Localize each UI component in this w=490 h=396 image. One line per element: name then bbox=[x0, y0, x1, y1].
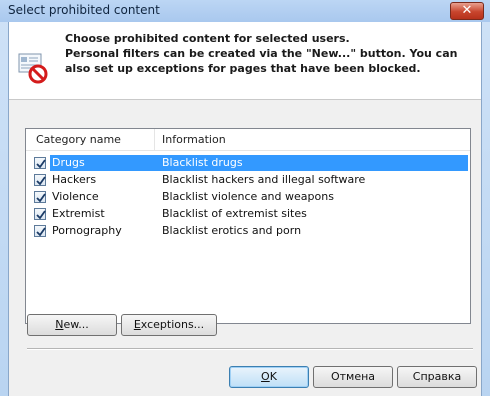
row-name: Extremist bbox=[52, 207, 105, 220]
row-info: Blacklist violence and weapons bbox=[162, 190, 334, 203]
column-header-category[interactable]: Category name bbox=[36, 133, 121, 146]
category-list[interactable]: Category name Information Drugs Blacklis… bbox=[25, 128, 471, 324]
row-name: Hackers bbox=[52, 173, 97, 186]
checkbox-violence[interactable] bbox=[34, 191, 46, 203]
checkbox-drugs[interactable] bbox=[34, 157, 46, 169]
row-info: Blacklist erotics and porn bbox=[162, 224, 302, 237]
ok-button-accel: O bbox=[261, 370, 270, 383]
selection-highlight bbox=[50, 155, 468, 171]
row-name: Drugs bbox=[52, 156, 85, 169]
checkbox-pornography[interactable] bbox=[34, 225, 46, 237]
ok-button-label: K bbox=[269, 370, 277, 383]
ok-button[interactable]: OK bbox=[229, 366, 309, 388]
checkmark-icon bbox=[36, 159, 46, 169]
checkbox-extremist[interactable] bbox=[34, 208, 46, 220]
list-row-hackers[interactable]: Hackers Blacklist hackers and illegal so… bbox=[28, 172, 468, 188]
dialog-window: Select prohibited content ✕ Choose prohi… bbox=[0, 0, 490, 396]
cancel-button[interactable]: Отмена bbox=[313, 366, 393, 388]
list-row-extremist[interactable]: Extremist Blacklist of extremist sites bbox=[28, 206, 468, 222]
prohibited-document-icon bbox=[17, 52, 49, 84]
row-name: Pornography bbox=[52, 224, 122, 237]
exceptions-button[interactable]: Exceptions... bbox=[121, 314, 217, 336]
row-info: Blacklist hackers and illegal software bbox=[162, 173, 366, 186]
row-info: Blacklist drugs bbox=[162, 156, 243, 169]
list-row-violence[interactable]: Violence Blacklist violence and weapons bbox=[28, 189, 468, 205]
close-icon: ✕ bbox=[461, 3, 473, 18]
footer-divider bbox=[27, 348, 473, 350]
checkmark-icon bbox=[36, 193, 46, 203]
help-button[interactable]: Справка bbox=[397, 366, 477, 388]
window-title: Select prohibited content bbox=[8, 3, 160, 17]
checkmark-icon bbox=[36, 227, 46, 237]
row-name: Violence bbox=[52, 190, 99, 203]
header-line-3: also set up exceptions for pages that ha… bbox=[65, 62, 421, 75]
close-button[interactable]: ✕ bbox=[450, 2, 484, 20]
checkmark-icon bbox=[36, 176, 46, 186]
header-description: Choose prohibited content for selected u… bbox=[65, 31, 465, 76]
header-line-1: Choose prohibited content for selected u… bbox=[65, 32, 350, 45]
title-bar[interactable]: Select prohibited content ✕ bbox=[0, 0, 490, 22]
column-header-information[interactable]: Information bbox=[162, 133, 226, 146]
new-button[interactable]: New... bbox=[27, 314, 117, 336]
checkmark-icon bbox=[36, 210, 46, 220]
header-line-2: Personal filters can be created via the … bbox=[65, 47, 458, 60]
list-row-drugs[interactable]: Drugs Blacklist drugs bbox=[28, 155, 468, 171]
header-panel: Choose prohibited content for selected u… bbox=[9, 22, 481, 100]
dialog-client-area: Choose prohibited content for selected u… bbox=[8, 22, 482, 396]
row-info: Blacklist of extremist sites bbox=[162, 207, 307, 220]
exceptions-button-accel: E bbox=[133, 318, 141, 331]
checkbox-hackers[interactable] bbox=[34, 174, 46, 186]
list-row-pornography[interactable]: Pornography Blacklist erotics and porn bbox=[28, 223, 468, 239]
new-button-label: ew... bbox=[63, 318, 89, 331]
column-divider[interactable] bbox=[154, 129, 155, 151]
exceptions-button-label: xceptions... bbox=[140, 318, 205, 331]
list-header: Category name Information bbox=[26, 129, 470, 151]
